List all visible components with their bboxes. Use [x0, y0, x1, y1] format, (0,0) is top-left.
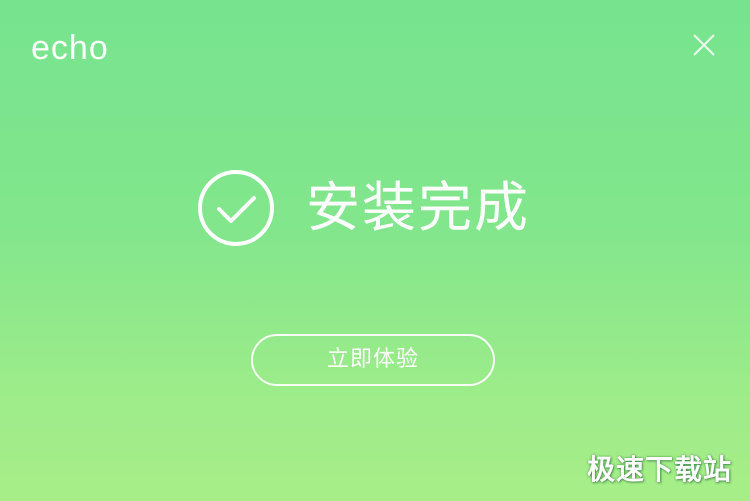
installer-window: echo 安装完成 立即体验 极速下载站	[0, 0, 750, 501]
status-title: 安装完成	[306, 176, 530, 239]
app-logo: echo	[31, 29, 109, 67]
install-status: 安装完成	[196, 168, 530, 248]
close-button[interactable]	[690, 31, 718, 59]
start-now-button[interactable]: 立即体验	[251, 334, 495, 386]
close-icon	[693, 34, 715, 56]
check-circle-icon	[198, 170, 274, 246]
watermark-text: 极速下载站	[586, 453, 732, 486]
